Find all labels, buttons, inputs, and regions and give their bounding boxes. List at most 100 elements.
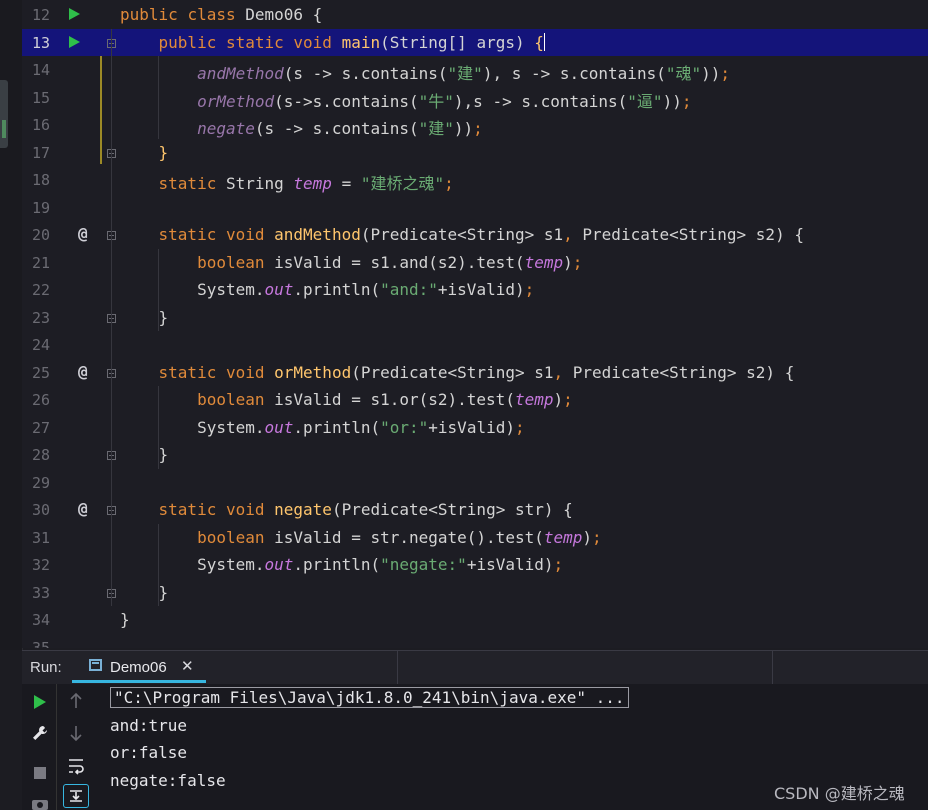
line-number[interactable]: 23 bbox=[22, 309, 50, 327]
line-number[interactable]: 34 bbox=[22, 611, 50, 629]
line-number[interactable]: 33 bbox=[22, 584, 50, 602]
arrow-up-icon[interactable] bbox=[69, 692, 83, 710]
line-number[interactable]: 32 bbox=[22, 556, 50, 574]
code-text: boolean isValid = str.negate().test(temp… bbox=[120, 528, 602, 547]
code-token: )) bbox=[701, 64, 721, 83]
stop-icon[interactable] bbox=[33, 766, 47, 780]
close-tab-icon[interactable]: ✕ bbox=[181, 657, 194, 675]
line-number[interactable]: 31 bbox=[22, 529, 50, 547]
code-text: } bbox=[120, 142, 169, 162]
line-number[interactable]: 25 bbox=[22, 364, 50, 382]
code-token: ), s -> s.contains( bbox=[482, 64, 666, 83]
code-token: ) bbox=[553, 390, 564, 409]
console-actions-toolbar bbox=[57, 684, 97, 810]
code-token: temp bbox=[524, 252, 564, 272]
arrow-down-icon[interactable] bbox=[69, 724, 83, 742]
code-line[interactable]: 20 @ static void andMethod(Predicate<Stri… bbox=[22, 221, 928, 249]
code-token: ) bbox=[563, 252, 573, 272]
run-gutter-icon[interactable] bbox=[69, 35, 80, 48]
code-line[interactable]: 13 public static void main(String[] args… bbox=[22, 28, 928, 56]
text-caret bbox=[543, 32, 545, 51]
code-token: .println( bbox=[293, 555, 381, 574]
code-token: } bbox=[120, 610, 130, 629]
override-gutter-icon[interactable]: @ bbox=[78, 362, 88, 381]
line-number[interactable]: 13 bbox=[22, 34, 50, 52]
line-number[interactable]: 12 bbox=[22, 6, 50, 24]
code-token: "and:" bbox=[380, 280, 438, 299]
code-token: out bbox=[264, 555, 294, 574]
line-number[interactable]: 26 bbox=[22, 391, 50, 409]
line-number[interactable]: 20 bbox=[22, 226, 50, 244]
line-number[interactable]: 17 bbox=[22, 144, 50, 162]
line-number[interactable]: 19 bbox=[22, 199, 50, 217]
tab-demo06[interactable]: Demo06 ✕ bbox=[72, 651, 206, 683]
structure-tab-handle[interactable] bbox=[0, 80, 8, 148]
code-token: "建桥之魂" bbox=[360, 174, 445, 193]
code-token: "逼" bbox=[627, 91, 663, 111]
code-token: +isValid) bbox=[466, 555, 554, 574]
code-line[interactable]: 25 @ static void orMethod(Predicate<Strin… bbox=[22, 359, 928, 387]
code-token: Demo06 { bbox=[245, 5, 323, 24]
code-line[interactable]: 18 static String temp = "建桥之魂"; bbox=[22, 166, 928, 194]
code-token: isValid = s1.and(s2).test( bbox=[274, 252, 525, 272]
line-number[interactable]: 22 bbox=[22, 281, 50, 299]
line-number[interactable]: 28 bbox=[22, 446, 50, 464]
line-number[interactable]: 27 bbox=[22, 419, 50, 437]
code-token: (s -> s.contains( bbox=[283, 64, 448, 83]
line-number[interactable]: 30 bbox=[22, 501, 50, 519]
code-editor[interactable]: 12 public class Demo06 { 13 public static … bbox=[22, 0, 928, 648]
code-line[interactable]: 17 } bbox=[22, 139, 928, 167]
rerun-icon[interactable] bbox=[33, 694, 47, 710]
console-line: or:false bbox=[110, 743, 188, 762]
code-token: orMethod bbox=[274, 362, 352, 382]
code-token: +isValid) bbox=[428, 417, 515, 437]
line-number[interactable]: 14 bbox=[22, 61, 50, 79]
code-token: (Predicate<String> s1 bbox=[351, 362, 554, 382]
code-token: ; bbox=[592, 527, 602, 547]
code-token: "建" bbox=[447, 64, 483, 83]
line-number[interactable]: 24 bbox=[22, 336, 50, 354]
code-line[interactable]: 24 bbox=[22, 331, 928, 359]
code-token: andMethod bbox=[274, 225, 361, 244]
override-gutter-icon[interactable]: @ bbox=[78, 499, 88, 518]
code-token: out bbox=[264, 280, 294, 299]
code-line[interactable]: 34} bbox=[22, 606, 928, 634]
camera-icon[interactable] bbox=[31, 797, 49, 810]
run-label: Run: bbox=[30, 659, 62, 676]
line-number[interactable]: 16 bbox=[22, 116, 50, 134]
code-line[interactable]: 29 bbox=[22, 469, 928, 497]
line-number[interactable]: 29 bbox=[22, 474, 50, 492]
code-token: static bbox=[158, 500, 226, 519]
line-number[interactable]: 21 bbox=[22, 254, 50, 272]
code-line[interactable]: 19 bbox=[22, 194, 928, 222]
code-token: ; bbox=[514, 417, 525, 437]
code-token: System. bbox=[197, 280, 265, 299]
code-line[interactable]: 35 bbox=[22, 634, 928, 649]
run-gutter-icon[interactable] bbox=[69, 8, 80, 20]
code-line[interactable]: 12 public class Demo06 { bbox=[22, 1, 928, 29]
line-number[interactable]: 18 bbox=[22, 171, 50, 189]
code-line[interactable]: 30 @ static void negate(Predicate<String>… bbox=[22, 496, 928, 524]
line-number[interactable]: 35 bbox=[22, 639, 50, 649]
code-token: { bbox=[534, 32, 544, 52]
code-token: orMethod bbox=[197, 91, 275, 111]
tab-label: Demo06 bbox=[110, 659, 167, 676]
code-token: .println( bbox=[293, 417, 381, 437]
toolbar-divider bbox=[397, 651, 398, 684]
soft-wrap-icon[interactable] bbox=[67, 757, 85, 775]
run-command: "C:\Program Files\Java\jdk1.8.0_241\bin\… bbox=[110, 687, 629, 708]
line-number[interactable]: 15 bbox=[22, 89, 50, 107]
code-token: "建" bbox=[418, 119, 454, 138]
code-token: class bbox=[187, 5, 246, 24]
console-window-icon bbox=[89, 659, 102, 671]
override-gutter-icon[interactable]: @ bbox=[78, 224, 88, 243]
scroll-to-end-icon bbox=[70, 790, 82, 802]
code-token: } bbox=[158, 142, 169, 162]
code-text: public class Demo06 { bbox=[120, 5, 322, 24]
wrench-icon[interactable] bbox=[31, 724, 49, 742]
indent-guide bbox=[158, 523, 159, 606]
code-token: negate bbox=[274, 500, 332, 519]
scroll-to-end-button[interactable] bbox=[63, 784, 89, 808]
